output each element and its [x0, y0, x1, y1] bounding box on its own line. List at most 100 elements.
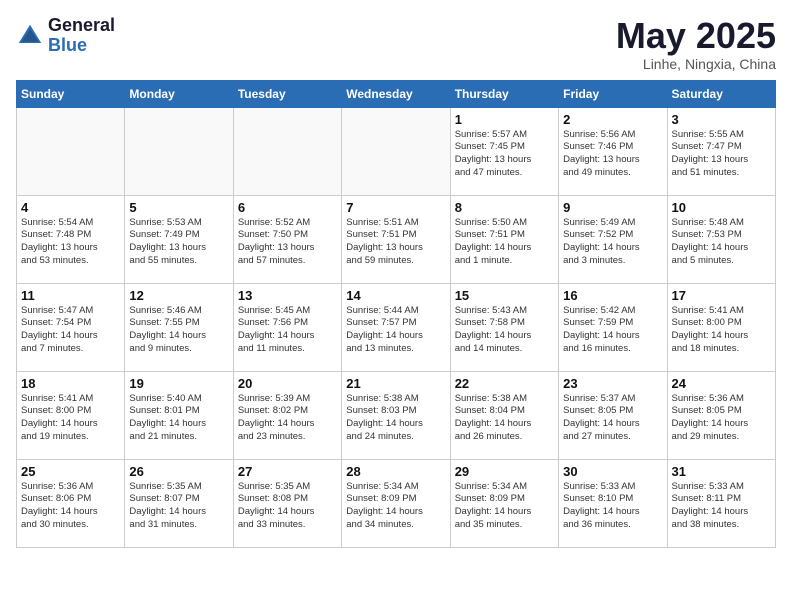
- day-info: Sunrise: 5:55 AM Sunset: 7:47 PM Dayligh…: [672, 129, 771, 180]
- calendar-day-cell: 10Sunrise: 5:48 AM Sunset: 7:53 PM Dayli…: [667, 195, 775, 283]
- calendar-day-cell: 30 Sunrise: 5:33 AM Sunset: 8:10 PM Dayli…: [559, 459, 667, 547]
- day-info: Sunrise: 5:47 AM Sunset: 7:54 PM Dayligh…: [21, 305, 120, 356]
- logo-text: General Blue: [48, 16, 115, 56]
- day-number: 27: [238, 464, 337, 479]
- calendar-day-cell: 31 Sunrise: 5:33 AM Sunset: 8:11 PM Dayli…: [667, 459, 775, 547]
- calendar-week-row: 18Sunrise: 5:41 AM Sunset: 8:00 PM Dayli…: [17, 371, 776, 459]
- day-number: 13: [238, 288, 337, 303]
- day-number: 16: [563, 288, 662, 303]
- calendar-day-cell: 2Sunrise: 5:56 AM Sunset: 7:46 PM Daylig…: [559, 107, 667, 195]
- calendar-day-cell: 16 Sunrise: 5:42 AM Sunset: 7:59 PM Dayli…: [559, 283, 667, 371]
- day-info: Sunrise: 5:57 AM Sunset: 7:45 PM Dayligh…: [455, 129, 554, 180]
- logo-general: General: [48, 16, 115, 36]
- day-number: 12: [129, 288, 228, 303]
- location: Linhe, Ningxia, China: [616, 56, 776, 72]
- logo: General Blue: [16, 16, 115, 56]
- calendar-day-cell: 28 Sunrise: 5:34 AM Sunset: 8:09 PM Dayli…: [342, 459, 450, 547]
- day-info: Sunrise: 5:36 AM Sunset: 8:05 PM Dayligh…: [672, 393, 771, 444]
- day-number: 2: [563, 112, 662, 127]
- day-number: 10: [672, 200, 771, 215]
- day-info: Sunrise: 5:42 AM Sunset: 7:59 PM Dayligh…: [563, 305, 662, 356]
- day-info: Sunrise: 5:33 AM Sunset: 8:11 PM Dayligh…: [672, 481, 771, 532]
- day-info: Sunrise: 5:44 AM Sunset: 7:57 PM Dayligh…: [346, 305, 445, 356]
- calendar-day-cell: 7 Sunrise: 5:51 AM Sunset: 7:51 PM Daylig…: [342, 195, 450, 283]
- calendar-day-cell: 1 Sunrise: 5:57 AM Sunset: 7:45 PM Daylig…: [450, 107, 558, 195]
- calendar-day-cell: 6Sunrise: 5:52 AM Sunset: 7:50 PM Daylig…: [233, 195, 341, 283]
- calendar-day-cell: 8 Sunrise: 5:50 AM Sunset: 7:51 PM Daylig…: [450, 195, 558, 283]
- calendar-day-cell: 14Sunrise: 5:44 AM Sunset: 7:57 PM Dayli…: [342, 283, 450, 371]
- day-info: Sunrise: 5:49 AM Sunset: 7:52 PM Dayligh…: [563, 217, 662, 268]
- calendar-day-cell: 17 Sunrise: 5:41 AM Sunset: 8:00 PM Dayli…: [667, 283, 775, 371]
- day-number: 20: [238, 376, 337, 391]
- day-number: 1: [455, 112, 554, 127]
- calendar-week-row: 1 Sunrise: 5:57 AM Sunset: 7:45 PM Daylig…: [17, 107, 776, 195]
- day-number: 21: [346, 376, 445, 391]
- day-info: Sunrise: 5:51 AM Sunset: 7:51 PM Dayligh…: [346, 217, 445, 268]
- day-number: 23: [563, 376, 662, 391]
- day-info: Sunrise: 5:52 AM Sunset: 7:50 PM Dayligh…: [238, 217, 337, 268]
- weekday-header: Monday: [125, 80, 233, 107]
- calendar-day-cell: 29 Sunrise: 5:34 AM Sunset: 8:09 PM Dayli…: [450, 459, 558, 547]
- calendar-day-cell: [125, 107, 233, 195]
- day-number: 5: [129, 200, 228, 215]
- title-area: May 2025 Linhe, Ningxia, China: [616, 16, 776, 72]
- day-info: Sunrise: 5:35 AM Sunset: 8:08 PM Dayligh…: [238, 481, 337, 532]
- day-info: Sunrise: 5:39 AM Sunset: 8:02 PM Dayligh…: [238, 393, 337, 444]
- month-title: May 2025: [616, 16, 776, 56]
- day-number: 30: [563, 464, 662, 479]
- day-number: 26: [129, 464, 228, 479]
- calendar-day-cell: 3 Sunrise: 5:55 AM Sunset: 7:47 PM Daylig…: [667, 107, 775, 195]
- day-number: 31: [672, 464, 771, 479]
- day-info: Sunrise: 5:38 AM Sunset: 8:04 PM Dayligh…: [455, 393, 554, 444]
- day-info: Sunrise: 5:46 AM Sunset: 7:55 PM Dayligh…: [129, 305, 228, 356]
- weekday-header: Saturday: [667, 80, 775, 107]
- day-number: 15: [455, 288, 554, 303]
- logo-blue: Blue: [48, 36, 115, 56]
- day-number: 24: [672, 376, 771, 391]
- calendar-day-cell: [342, 107, 450, 195]
- calendar-day-cell: 26 Sunrise: 5:35 AM Sunset: 8:07 PM Dayli…: [125, 459, 233, 547]
- day-number: 29: [455, 464, 554, 479]
- day-info: Sunrise: 5:45 AM Sunset: 7:56 PM Dayligh…: [238, 305, 337, 356]
- day-info: Sunrise: 5:38 AM Sunset: 8:03 PM Dayligh…: [346, 393, 445, 444]
- weekday-header: Friday: [559, 80, 667, 107]
- day-info: Sunrise: 5:35 AM Sunset: 8:07 PM Dayligh…: [129, 481, 228, 532]
- day-info: Sunrise: 5:34 AM Sunset: 8:09 PM Dayligh…: [346, 481, 445, 532]
- day-number: 8: [455, 200, 554, 215]
- calendar-day-cell: 5 Sunrise: 5:53 AM Sunset: 7:49 PM Daylig…: [125, 195, 233, 283]
- calendar-week-row: 25Sunrise: 5:36 AM Sunset: 8:06 PM Dayli…: [17, 459, 776, 547]
- weekday-header: Thursday: [450, 80, 558, 107]
- day-info: Sunrise: 5:36 AM Sunset: 8:06 PM Dayligh…: [21, 481, 120, 532]
- logo-icon: [16, 22, 44, 50]
- page-header: General Blue May 2025 Linhe, Ningxia, Ch…: [16, 16, 776, 72]
- weekday-header: Wednesday: [342, 80, 450, 107]
- calendar-day-cell: 4Sunrise: 5:54 AM Sunset: 7:48 PM Daylig…: [17, 195, 125, 283]
- weekday-header: Sunday: [17, 80, 125, 107]
- calendar-day-cell: 21 Sunrise: 5:38 AM Sunset: 8:03 PM Dayli…: [342, 371, 450, 459]
- calendar-day-cell: 20 Sunrise: 5:39 AM Sunset: 8:02 PM Dayli…: [233, 371, 341, 459]
- calendar-day-cell: 27 Sunrise: 5:35 AM Sunset: 8:08 PM Dayli…: [233, 459, 341, 547]
- day-number: 11: [21, 288, 120, 303]
- calendar-day-cell: 18Sunrise: 5:41 AM Sunset: 8:00 PM Dayli…: [17, 371, 125, 459]
- calendar-day-cell: [17, 107, 125, 195]
- day-number: 17: [672, 288, 771, 303]
- calendar-week-row: 4Sunrise: 5:54 AM Sunset: 7:48 PM Daylig…: [17, 195, 776, 283]
- day-info: Sunrise: 5:50 AM Sunset: 7:51 PM Dayligh…: [455, 217, 554, 268]
- day-number: 7: [346, 200, 445, 215]
- calendar-day-cell: 15Sunrise: 5:43 AM Sunset: 7:58 PM Dayli…: [450, 283, 558, 371]
- calendar-day-cell: 9 Sunrise: 5:49 AM Sunset: 7:52 PM Daylig…: [559, 195, 667, 283]
- calendar-day-cell: 22Sunrise: 5:38 AM Sunset: 8:04 PM Dayli…: [450, 371, 558, 459]
- day-number: 3: [672, 112, 771, 127]
- day-info: Sunrise: 5:40 AM Sunset: 8:01 PM Dayligh…: [129, 393, 228, 444]
- day-number: 9: [563, 200, 662, 215]
- day-info: Sunrise: 5:34 AM Sunset: 8:09 PM Dayligh…: [455, 481, 554, 532]
- calendar-day-cell: 12 Sunrise: 5:46 AM Sunset: 7:55 PM Dayli…: [125, 283, 233, 371]
- day-info: Sunrise: 5:53 AM Sunset: 7:49 PM Dayligh…: [129, 217, 228, 268]
- day-info: Sunrise: 5:33 AM Sunset: 8:10 PM Dayligh…: [563, 481, 662, 532]
- day-number: 19: [129, 376, 228, 391]
- calendar-table: SundayMondayTuesdayWednesdayThursdayFrid…: [16, 80, 776, 548]
- calendar-day-cell: 24 Sunrise: 5:36 AM Sunset: 8:05 PM Dayli…: [667, 371, 775, 459]
- day-info: Sunrise: 5:41 AM Sunset: 8:00 PM Dayligh…: [672, 305, 771, 356]
- calendar-day-cell: [233, 107, 341, 195]
- day-number: 28: [346, 464, 445, 479]
